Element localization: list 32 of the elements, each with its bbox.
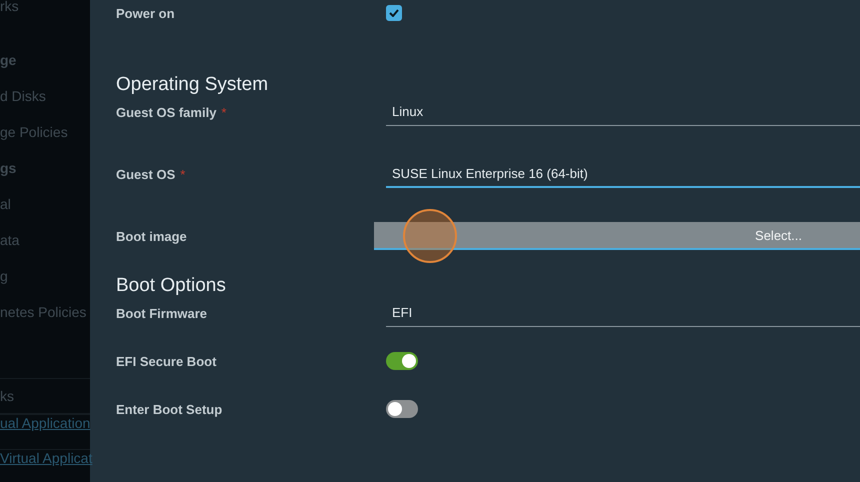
sidebar-section-item[interactable]: ks xyxy=(0,378,90,414)
select-field[interactable]: Linux xyxy=(386,98,860,126)
checkmark-icon xyxy=(389,9,399,17)
sidebar-link[interactable]: ual Application xyxy=(0,415,90,431)
section-heading: Operating System xyxy=(116,73,270,97)
required-marker: * xyxy=(180,166,186,182)
click-highlight-icon xyxy=(402,208,458,264)
field-label: Enter Boot Setup xyxy=(116,402,222,416)
field-label: Power on xyxy=(116,6,175,20)
field-label: Boot image xyxy=(116,228,187,244)
field-label: Guest OS family xyxy=(116,104,216,120)
required-marker: * xyxy=(221,104,226,120)
sidebar-link[interactable]: Virtual Applicat xyxy=(0,450,92,466)
sidebar-item[interactable]: al xyxy=(0,186,90,222)
field-label: Boot Firmware xyxy=(116,306,208,320)
section-heading: Boot Options xyxy=(116,274,227,298)
sidebar-item[interactable]: rks xyxy=(0,0,90,18)
sidebar-heading: ge xyxy=(0,51,18,70)
sidebar-item[interactable]: netes Policies xyxy=(0,294,90,330)
select-button[interactable]: Select... xyxy=(374,222,860,250)
sidebar-heading: gs xyxy=(0,159,18,178)
field-label: Guest OS xyxy=(116,166,176,182)
checkbox[interactable] xyxy=(386,5,402,21)
toggle-switch[interactable] xyxy=(386,400,418,418)
select-field[interactable]: SUSE Linux Enterprise 16 (64-bit) xyxy=(386,160,860,188)
sidebar-item[interactable]: g xyxy=(0,258,90,294)
sidebar-item[interactable]: d Disks xyxy=(0,78,90,114)
select-field[interactable]: EFI xyxy=(386,299,860,327)
field-label: EFI Secure Boot xyxy=(116,354,216,368)
toggle-switch[interactable] xyxy=(386,352,418,370)
sidebar-item[interactable]: ge Policies xyxy=(0,114,90,150)
sidebar-item[interactable]: ata xyxy=(0,222,90,258)
